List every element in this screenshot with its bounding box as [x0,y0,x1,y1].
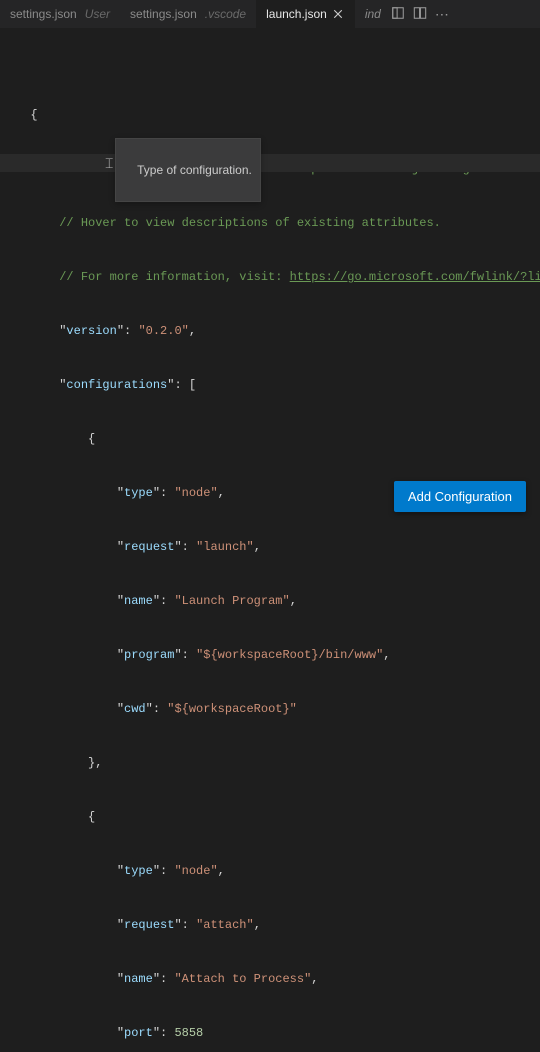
split-editor-icon[interactable] [413,6,427,23]
tab-label: ind [365,7,381,21]
code-editor[interactable]: { // Use IntelliSense to learn about pos… [0,28,540,1052]
code-comment: // For more information, visit: [59,268,289,286]
preview-icon[interactable] [391,6,405,23]
tab-label: settings.json [130,7,197,21]
tab-settings-vscode[interactable]: settings.json .vscode [120,0,256,28]
tab-label: settings.json [10,7,77,21]
hover-tooltip: Type of configuration. [115,138,261,202]
tab-settings-user[interactable]: settings.json User [0,0,120,28]
tab-bar: settings.json User settings.json .vscode… [0,0,540,28]
text-cursor-icon: ⌶ [105,156,113,174]
tab-launch-json[interactable]: launch.json [256,0,355,28]
more-actions-icon[interactable]: ⋯ [435,7,449,21]
active-line-highlight [0,154,540,172]
tab-desc: .vscode [205,7,246,21]
tab-desc: User [85,7,110,21]
add-configuration-button[interactable]: Add Configuration [394,481,526,512]
tab-label: launch.json [266,7,327,21]
code-comment: // Hover to view descriptions of existin… [59,214,441,232]
tab-overflow[interactable]: ind [355,0,383,28]
close-icon[interactable] [331,7,345,21]
code-link[interactable]: https://go.microsoft.com/fwlink/?li [290,268,540,286]
